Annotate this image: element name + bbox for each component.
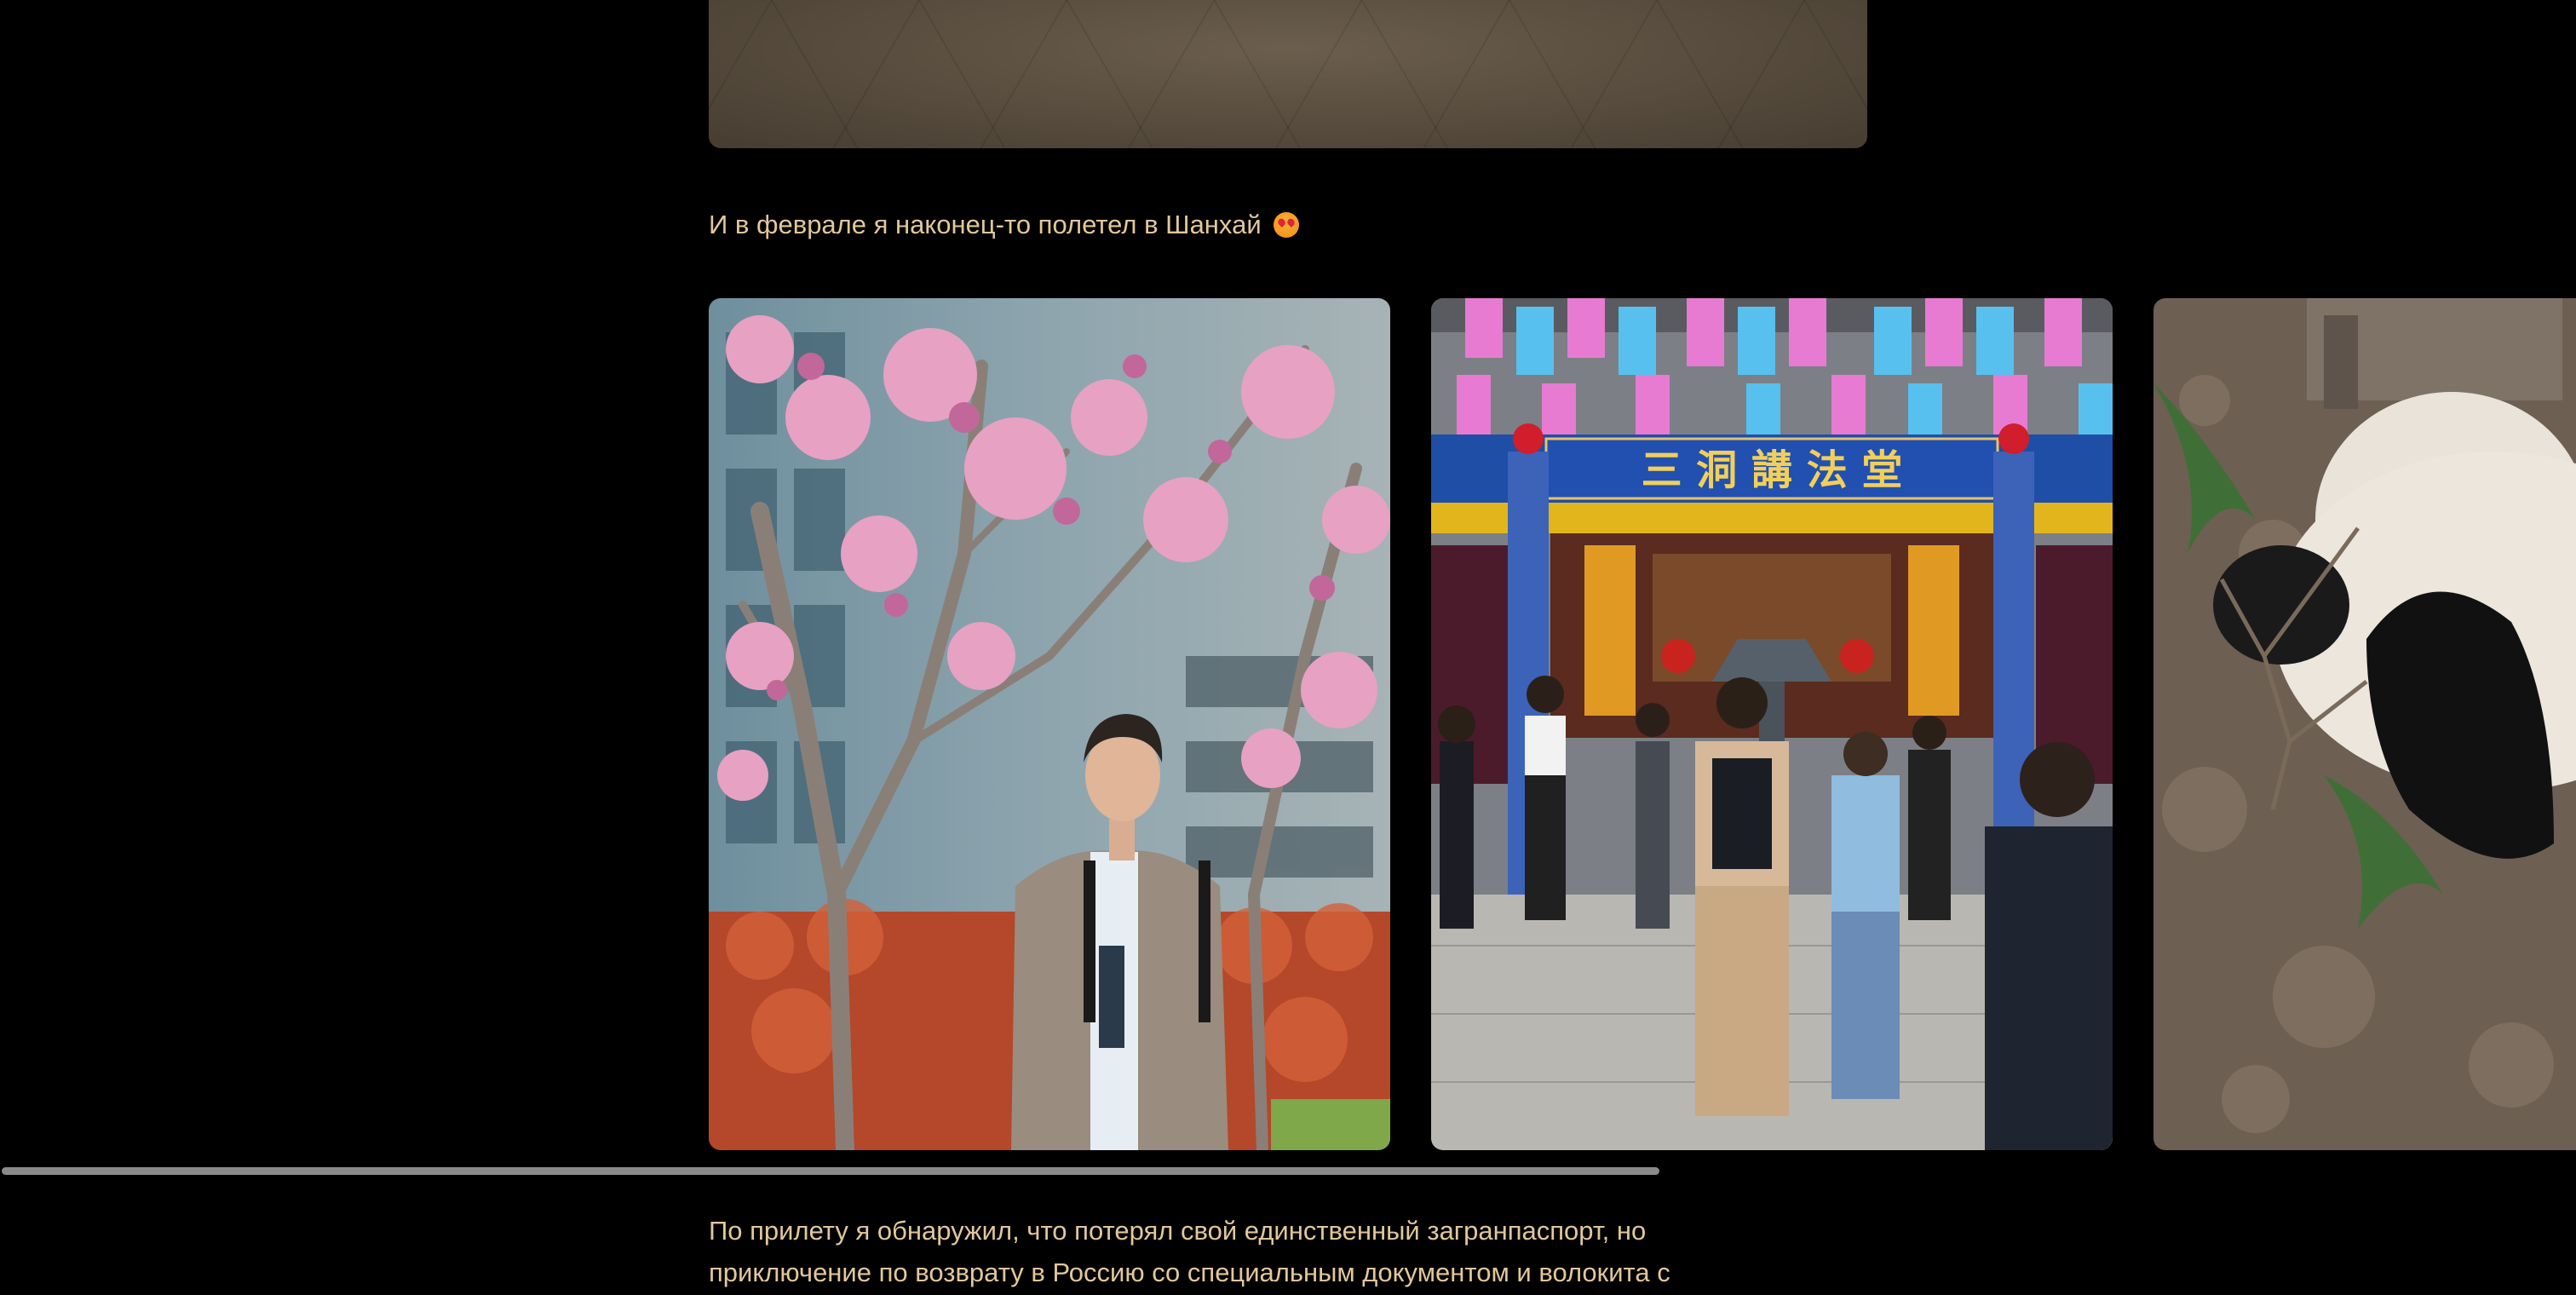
post-caption: И в феврале я наконец-то полетел в Шанха…: [709, 208, 1300, 242]
magnolia-illustration: [709, 298, 1390, 1150]
temple-sign-text: 三 洞 講 法 堂: [1642, 446, 1903, 494]
chat-post: И в феврале я наконец-то полетел в Шанха…: [0, 0, 2576, 1295]
panda-illustration: [2153, 298, 2576, 1150]
paragraph-line: приключение по возврату в Россию со спец…: [709, 1258, 1670, 1287]
scrollbar-thumb[interactable]: [2, 1167, 1659, 1175]
post-paragraph: По прилету я обнаружил, что потерял свой…: [709, 1210, 1816, 1293]
temple-illustration: 三 洞 講 法 堂: [1431, 298, 2113, 1150]
carousel-scrollbar[interactable]: [0, 1166, 2576, 1176]
heart-eyes-emoji-icon: [1274, 212, 1300, 238]
photo-carousel[interactable]: 三 洞 講 法 堂: [0, 298, 2576, 1150]
temple-photo[interactable]: 三 洞 講 法 堂: [1431, 298, 2113, 1150]
caption-text: И в феврале я наконец-то полетел в Шанха…: [709, 210, 1262, 239]
panda-photo[interactable]: [2153, 298, 2576, 1150]
previous-photo[interactable]: [709, 0, 1867, 148]
magnolia-photo[interactable]: [709, 298, 1390, 1150]
paragraph-line: По прилету я обнаружил, что потерял свой…: [709, 1216, 1647, 1246]
